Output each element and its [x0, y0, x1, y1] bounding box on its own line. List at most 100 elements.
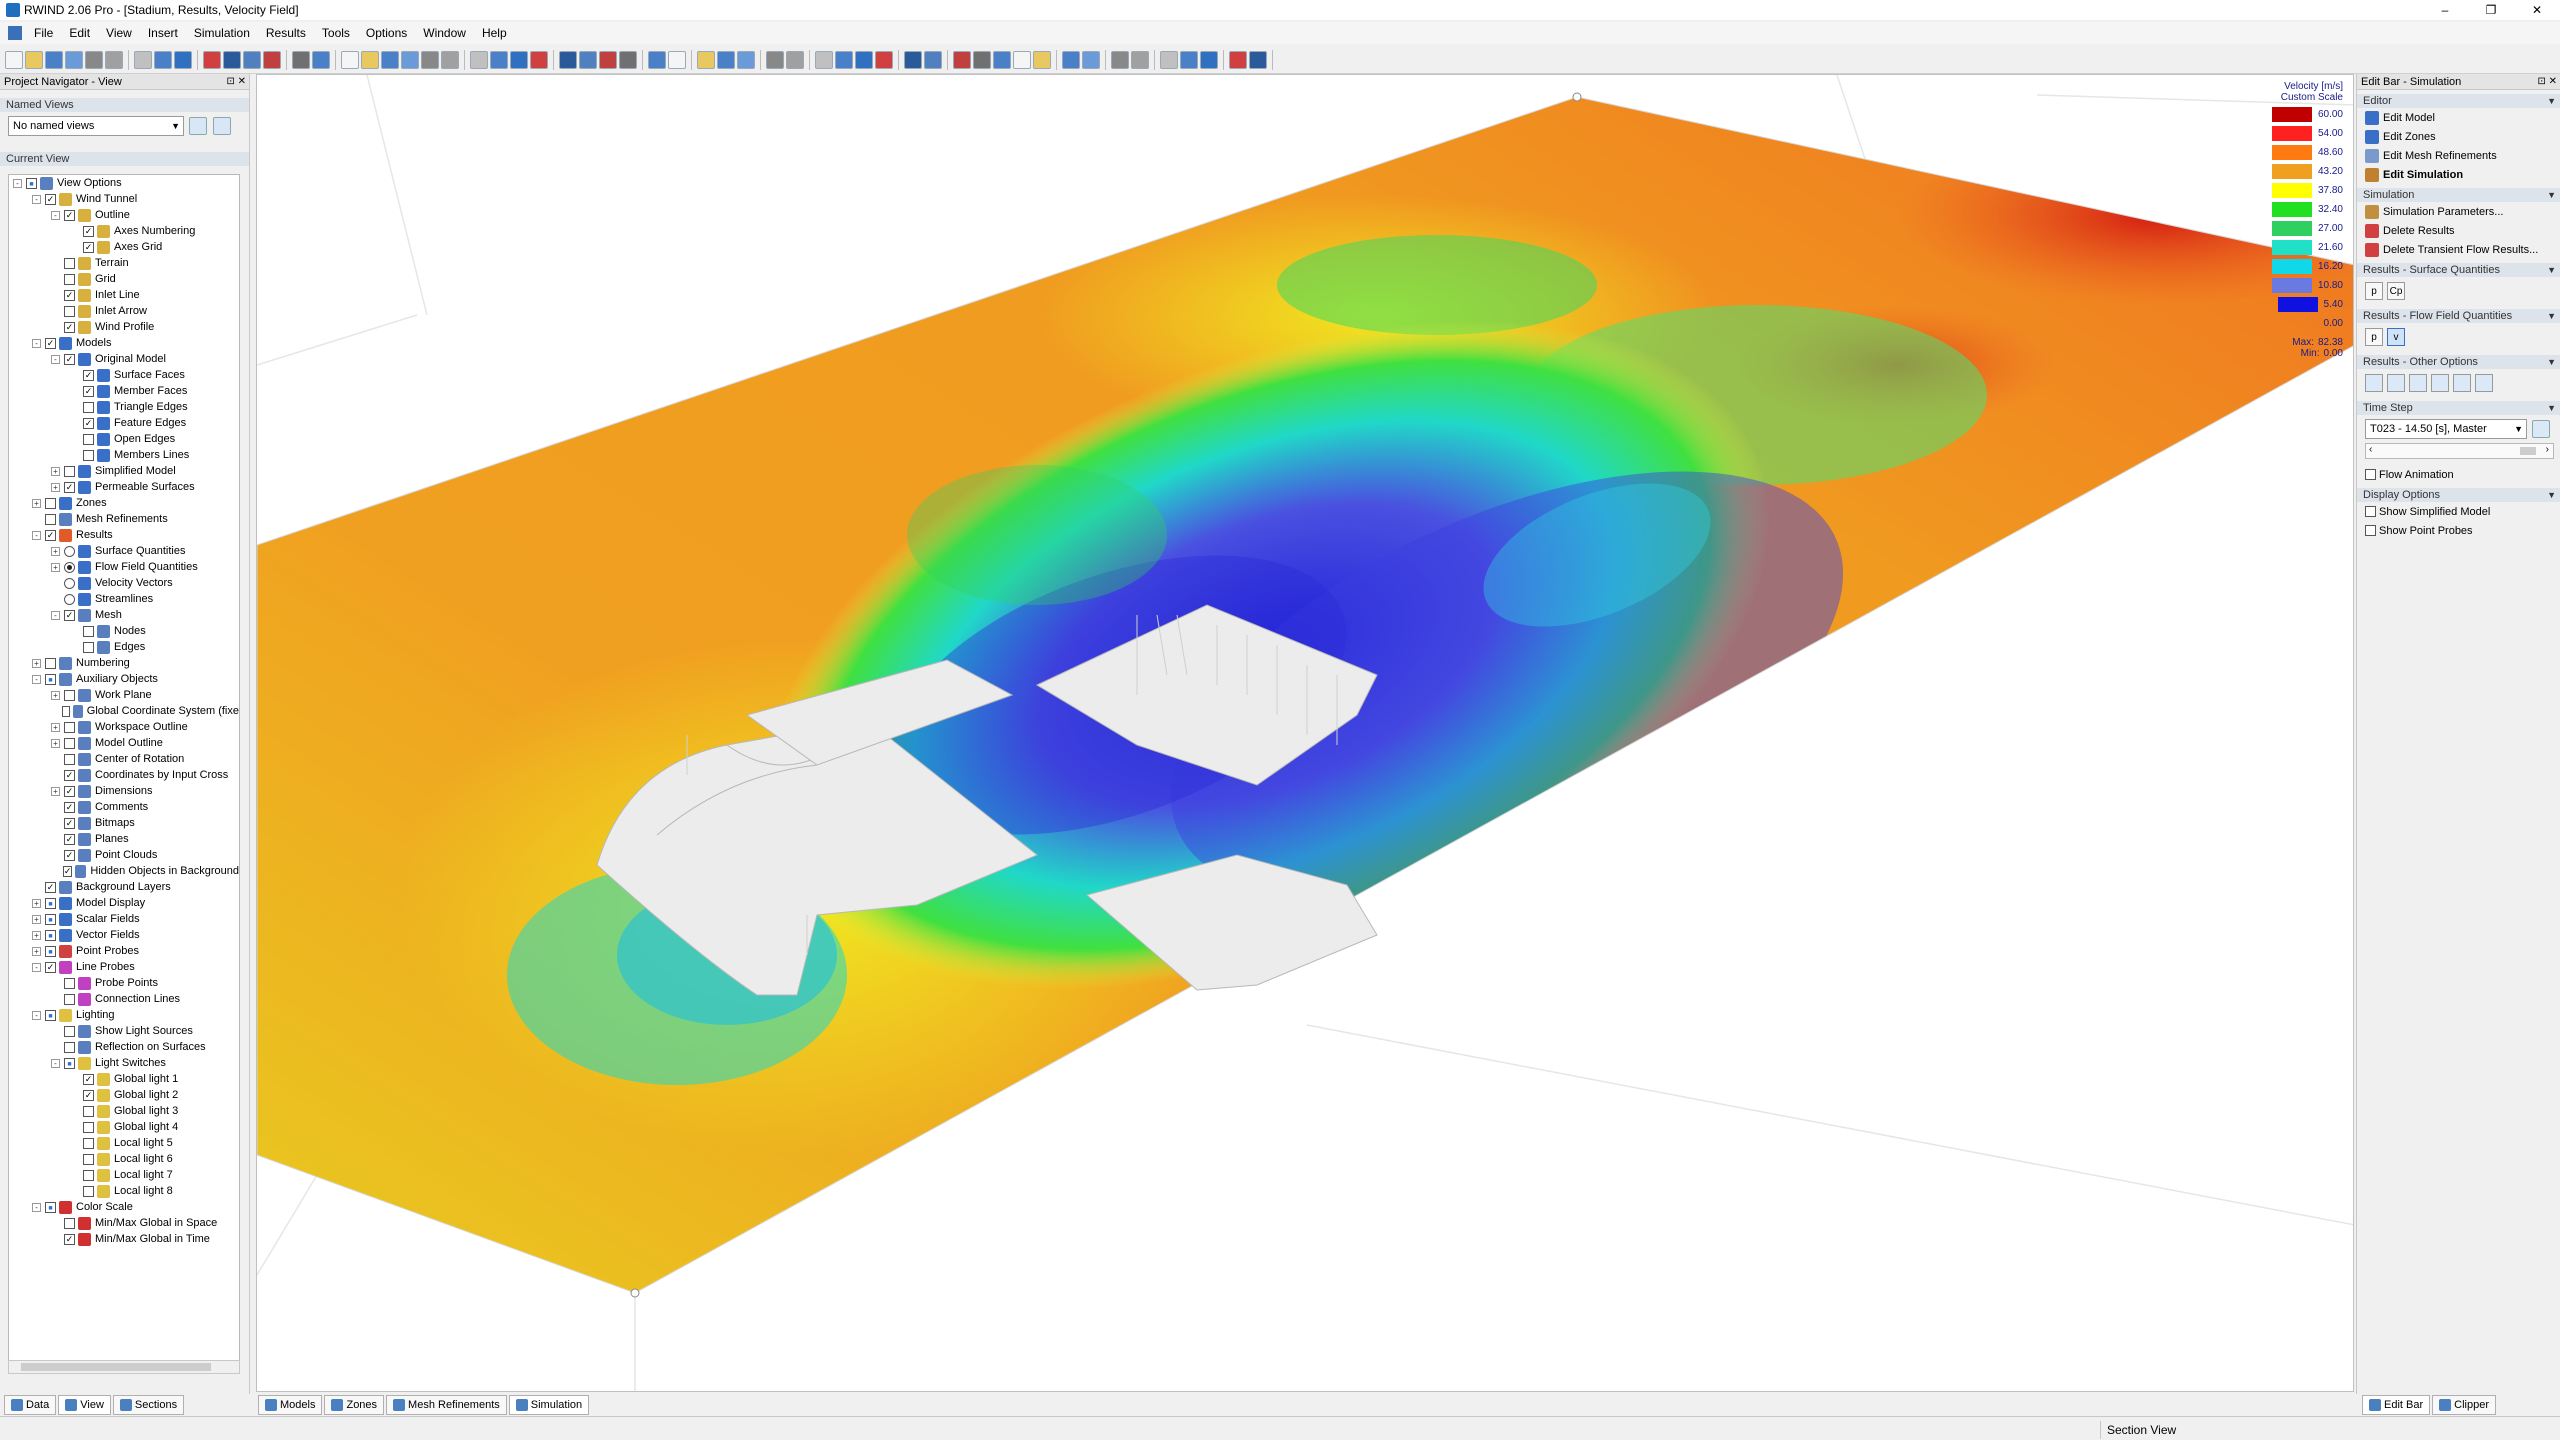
expand-toggle-icon[interactable]: + — [32, 946, 41, 956]
toolbar-button-icon[interactable] — [904, 50, 922, 69]
toolbar-button-icon[interactable] — [1229, 50, 1247, 69]
tree-item[interactable]: - Light Switches — [9, 1055, 239, 1071]
tree-item[interactable]: Reflection on Surfaces — [9, 1039, 239, 1055]
surface-pressure-button[interactable]: p — [2365, 282, 2383, 300]
menu-file[interactable]: File — [26, 26, 61, 40]
menu-window[interactable]: Window — [415, 26, 474, 40]
expand-toggle-icon[interactable]: + — [32, 898, 41, 908]
tree-item[interactable]: Nodes — [9, 623, 239, 639]
tree-checkbox[interactable] — [64, 305, 75, 317]
toolbar-button-icon[interactable] — [203, 50, 221, 69]
expand-toggle-icon[interactable]: + — [51, 738, 60, 748]
toolbar-button-icon[interactable] — [530, 50, 548, 69]
tree-checkbox[interactable] — [64, 273, 75, 285]
maximize-button[interactable]: ❐ — [2468, 0, 2514, 20]
tree-checkbox[interactable] — [83, 241, 94, 253]
tree-item[interactable]: Global light 1 — [9, 1071, 239, 1087]
toolbar-button-icon[interactable] — [835, 50, 853, 69]
tree-checkbox[interactable] — [64, 993, 75, 1005]
tree-item[interactable]: Hidden Objects in Background — [9, 863, 239, 879]
toolbar-button-icon[interactable] — [1033, 50, 1051, 69]
tree-radio[interactable] — [64, 593, 75, 605]
tree-checkbox[interactable] — [83, 641, 94, 653]
tree-item[interactable]: + Work Plane — [9, 687, 239, 703]
surface-quantities-header[interactable]: Results - Surface Quantities ▼ — [2357, 263, 2560, 277]
toolbar-button-icon[interactable] — [717, 50, 735, 69]
tree-checkbox[interactable] — [45, 673, 56, 685]
toolbar-button-icon[interactable] — [341, 50, 359, 69]
tree-checkbox[interactable] — [45, 1009, 56, 1021]
tree-item[interactable]: Feature Edges — [9, 415, 239, 431]
toolbar-button-icon[interactable] — [263, 50, 281, 69]
slider-thumb[interactable] — [2520, 447, 2536, 455]
tree-radio[interactable] — [64, 577, 75, 589]
show-simplified-model-toggle[interactable]: Show Simplified Model — [2357, 502, 2560, 521]
tree-item[interactable]: + Dimensions — [9, 783, 239, 799]
tree-checkbox[interactable] — [45, 945, 56, 957]
toolbar-button-icon[interactable] — [1013, 50, 1031, 69]
toolbar-button-icon[interactable] — [559, 50, 577, 69]
expand-toggle-icon[interactable]: - — [32, 194, 41, 204]
menu-results[interactable]: Results — [258, 26, 314, 40]
menu-insert[interactable]: Insert — [140, 26, 186, 40]
toolbar-button-icon[interactable] — [697, 50, 715, 69]
navigator-pin-close-icon[interactable]: ⊡ ✕ — [226, 74, 246, 90]
tree-checkbox[interactable] — [64, 1217, 75, 1229]
toolbar-button-icon[interactable] — [381, 50, 399, 69]
streamlines-icon[interactable] — [2387, 374, 2405, 392]
tree-item[interactable]: + Zones — [9, 495, 239, 511]
tree-checkbox[interactable] — [45, 897, 56, 909]
expand-toggle-icon[interactable]: + — [32, 930, 41, 940]
tree-checkbox[interactable] — [45, 337, 56, 349]
close-button[interactable]: ✕ — [2514, 0, 2560, 20]
tree-item[interactable]: - Wind Tunnel — [9, 191, 239, 207]
tree-item[interactable]: Bitmaps — [9, 815, 239, 831]
tree-item[interactable]: Surface Faces — [9, 367, 239, 383]
tree-item[interactable]: Min/Max Global in Space — [9, 1215, 239, 1231]
tab-zones[interactable]: Zones — [324, 1395, 385, 1415]
tree-checkbox[interactable] — [64, 1025, 75, 1037]
tree-checkbox[interactable] — [45, 657, 56, 669]
export-icon[interactable] — [2475, 374, 2493, 392]
tree-item[interactable]: - Outline — [9, 207, 239, 223]
velocity-field-render[interactable] — [257, 75, 2354, 1392]
minimize-button[interactable]: – — [2422, 0, 2468, 20]
expand-toggle-icon[interactable]: - — [32, 962, 41, 972]
tree-item[interactable]: Wind Profile — [9, 319, 239, 335]
expand-toggle-icon[interactable]: - — [51, 354, 60, 364]
tab-mesh-refinements[interactable]: Mesh Refinements — [386, 1395, 507, 1415]
toolbar-button-icon[interactable] — [815, 50, 833, 69]
expand-toggle-icon[interactable]: + — [51, 546, 60, 556]
named-views-select[interactable]: No named views ▼ — [8, 116, 184, 136]
toolbar-button-icon[interactable] — [668, 50, 686, 69]
tree-item[interactable]: Velocity Vectors — [9, 575, 239, 591]
toolbar-button-icon[interactable] — [953, 50, 971, 69]
probes-icon[interactable] — [2431, 374, 2449, 392]
expand-toggle-icon[interactable]: + — [51, 466, 60, 476]
tree-item[interactable]: - Models — [9, 335, 239, 351]
expand-toggle-icon[interactable]: - — [32, 530, 41, 540]
toolbar-button-icon[interactable] — [924, 50, 942, 69]
tree-item[interactable]: - Auxiliary Objects — [9, 671, 239, 687]
tree-item[interactable]: Axes Grid — [9, 239, 239, 255]
tree-item[interactable]: + Surface Quantities — [9, 543, 239, 559]
tree-checkbox[interactable] — [83, 449, 94, 461]
toolbar-button-icon[interactable] — [855, 50, 873, 69]
save-view-icon[interactable] — [189, 117, 207, 135]
toolbar-button-icon[interactable] — [766, 50, 784, 69]
expand-toggle-icon[interactable]: + — [51, 786, 60, 796]
toolbar-button-icon[interactable] — [134, 50, 152, 69]
tree-item[interactable]: Global light 2 — [9, 1087, 239, 1103]
toolbar-button-icon[interactable] — [105, 50, 123, 69]
section-icon[interactable] — [2409, 374, 2427, 392]
toolbar-button-icon[interactable] — [786, 50, 804, 69]
tree-item[interactable]: Local light 7 — [9, 1167, 239, 1183]
menu-tools[interactable]: Tools — [314, 26, 358, 40]
edit-mesh-refinements-item[interactable]: Edit Mesh Refinements — [2357, 146, 2560, 165]
tree-item[interactable]: Member Faces — [9, 383, 239, 399]
toolbar-button-icon[interactable] — [510, 50, 528, 69]
tree-item[interactable]: Inlet Arrow — [9, 303, 239, 319]
tree-checkbox[interactable] — [83, 1105, 94, 1117]
toolbar-button-icon[interactable] — [599, 50, 617, 69]
tree-checkbox[interactable] — [64, 769, 75, 781]
